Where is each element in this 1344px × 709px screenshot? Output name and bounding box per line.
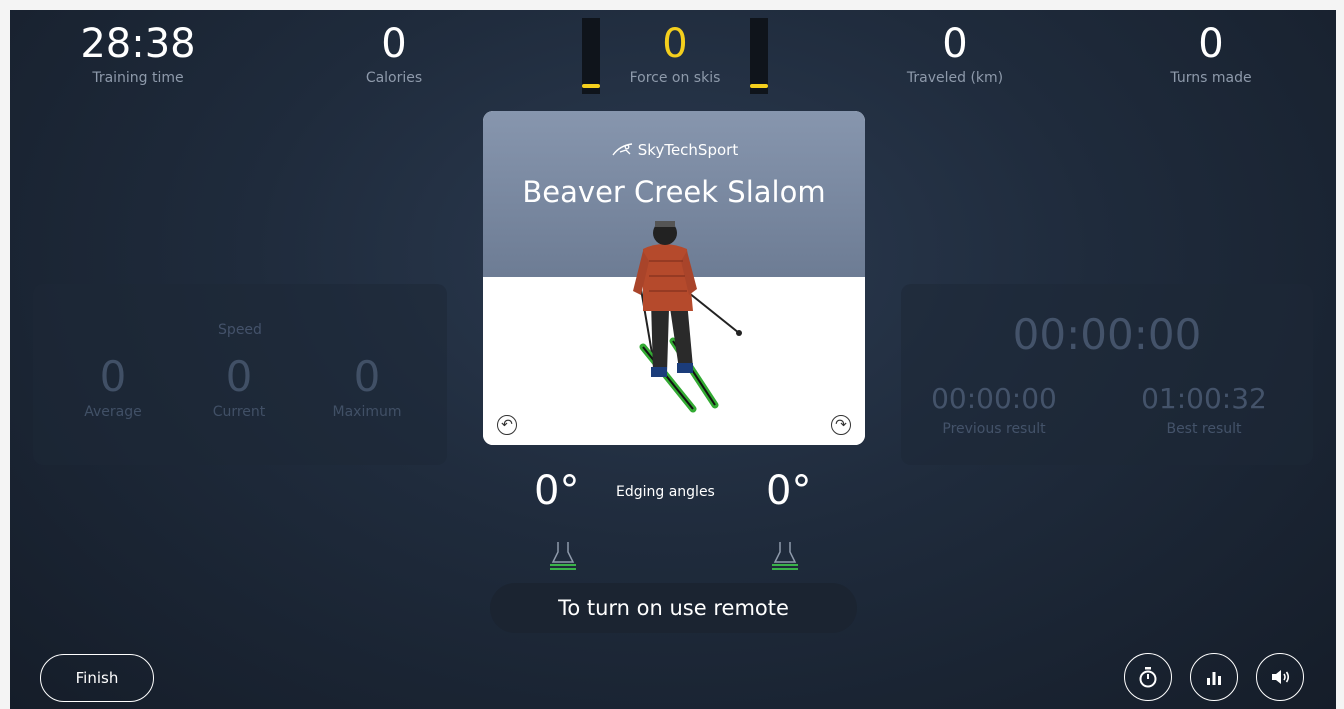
traveled-stat: 0 Traveled (km) xyxy=(880,22,1030,86)
statistics-button[interactable] xyxy=(1190,653,1238,701)
force-stat: 0 Force on skis xyxy=(610,22,740,86)
speed-title: Speed xyxy=(218,322,262,338)
best-result: 01:00:32 Best result xyxy=(1119,382,1289,437)
ski-boot-icon xyxy=(550,542,576,570)
previous-result: 00:00:00 Previous result xyxy=(909,382,1079,437)
timer-main: 00:00:00 xyxy=(1012,310,1202,359)
speed-maximum: 0 Maximum xyxy=(307,352,427,421)
calories-label: Calories xyxy=(365,70,423,86)
edging-right-value: 0° xyxy=(766,468,812,514)
ski-boot-icon xyxy=(772,542,798,570)
speaker-icon xyxy=(1272,670,1290,684)
force-level-right xyxy=(750,84,768,88)
stopwatch-icon xyxy=(1139,667,1157,688)
training-time-value: 28:38 xyxy=(80,21,196,67)
calories-value: 0 xyxy=(381,21,407,67)
turns-label: Turns made xyxy=(1170,70,1252,86)
speed-current-label: Current xyxy=(212,404,266,420)
force-level-left xyxy=(582,84,600,88)
speed-panel: Speed 0 Average 0 Current 0 Maximum xyxy=(33,284,447,465)
speed-average-label: Average xyxy=(84,404,142,420)
previous-result-label: Previous result xyxy=(942,421,1046,437)
stopwatch-button[interactable] xyxy=(1124,653,1172,701)
speed-current-value: 0 xyxy=(225,352,253,401)
best-result-label: Best result xyxy=(1166,421,1242,437)
best-result-value: 01:00:32 xyxy=(1141,382,1267,415)
edging-left-value: 0° xyxy=(534,468,580,514)
course-card[interactable]: SkyTechSport Beaver Creek Slalom ↶ ↷ xyxy=(483,111,865,445)
speed-current: 0 Current xyxy=(179,352,299,421)
rotate-left-icon[interactable]: ↶ xyxy=(497,415,517,435)
turns-value: 0 xyxy=(1198,21,1224,67)
app-frame: 28:38 Training time 0 Calories 0 Force o… xyxy=(10,10,1336,709)
bar-chart-icon xyxy=(1207,672,1221,685)
training-time-stat: 28:38 Training time xyxy=(58,22,218,86)
remote-message: To turn on use remote xyxy=(490,583,857,633)
force-bar-right xyxy=(750,18,768,94)
previous-result-value: 00:00:00 xyxy=(931,382,1057,415)
speed-maximum-label: Maximum xyxy=(332,404,402,420)
calories-stat: 0 Calories xyxy=(334,22,454,86)
rotate-right-icon[interactable]: ↷ xyxy=(831,415,851,435)
traveled-value: 0 xyxy=(942,21,968,67)
force-value: 0 xyxy=(662,21,688,67)
edging-label: Edging angles xyxy=(616,484,715,500)
speed-average: 0 Average xyxy=(53,352,173,421)
finish-button[interactable]: Finish xyxy=(40,654,154,702)
turns-stat: 0 Turns made xyxy=(1146,22,1276,86)
skier-illustration xyxy=(633,221,742,413)
training-time-label: Training time xyxy=(92,70,184,86)
force-label: Force on skis xyxy=(629,70,721,86)
force-bar-left xyxy=(582,18,600,94)
timer-panel: 00:00:00 00:00:00 Previous result 01:00:… xyxy=(901,284,1313,465)
speed-average-value: 0 xyxy=(99,352,127,401)
traveled-label: Traveled (km) xyxy=(906,70,1004,86)
speed-maximum-value: 0 xyxy=(353,352,381,401)
sound-button[interactable] xyxy=(1256,653,1304,701)
